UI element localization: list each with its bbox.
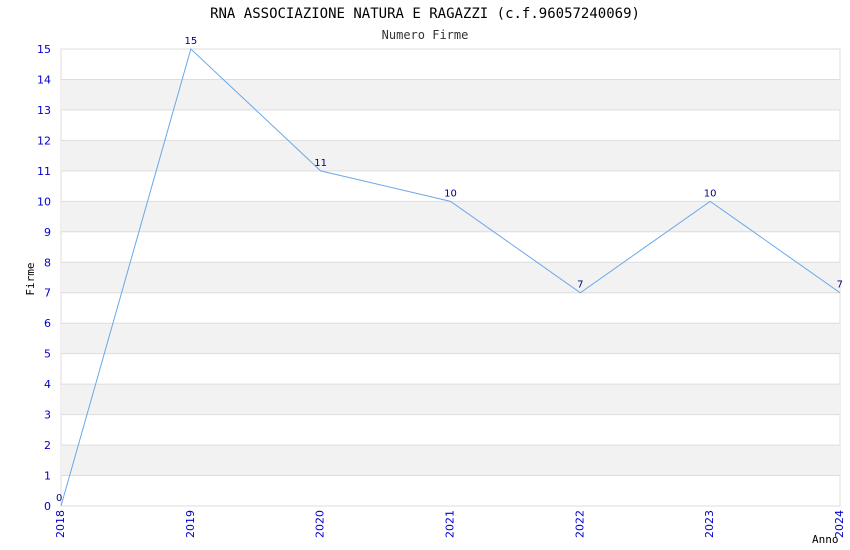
y-tick-label: 14 — [37, 73, 51, 86]
y-tick-label: 3 — [44, 409, 51, 422]
line-chart: RNA ASSOCIAZIONE NATURA E RAGAZZI (c.f.9… — [24, 6, 846, 546]
x-tick-label: 2020 — [314, 510, 327, 538]
x-tick-label: 2022 — [573, 510, 586, 538]
y-tick-label: 6 — [44, 317, 51, 330]
y-tick-label: 8 — [44, 256, 51, 269]
y-tick-label: 11 — [37, 165, 51, 178]
x-tick-label: 2021 — [444, 510, 457, 538]
grid-band — [61, 384, 840, 415]
data-label: 10 — [704, 188, 717, 199]
x-tick-label: 2023 — [703, 510, 716, 538]
y-tick-label: 15 — [37, 43, 51, 56]
y-tick-label: 2 — [44, 439, 51, 452]
grid-band — [61, 445, 840, 476]
x-axis-ticks: 2018 2019 2020 2021 2022 2023 2024 — [54, 510, 846, 538]
data-label: 11 — [314, 158, 327, 169]
grid-band — [61, 201, 840, 232]
y-tick-label: 0 — [44, 500, 51, 513]
data-label: 15 — [184, 36, 197, 47]
x-axis-label: Anno — [812, 533, 839, 546]
grid-band — [61, 140, 840, 171]
grid-band — [61, 323, 840, 354]
y-axis-ticks: 0123456789101112131415 — [37, 43, 51, 513]
x-tick-label: 2018 — [54, 510, 67, 538]
y-tick-label: 13 — [37, 104, 51, 117]
y-tick-label: 10 — [37, 195, 51, 208]
grid-band — [61, 262, 840, 293]
data-label: 0 — [56, 493, 62, 504]
y-tick-label: 9 — [44, 226, 51, 239]
plot-background — [60, 48, 841, 507]
y-tick-label: 1 — [44, 470, 51, 483]
y-tick-label: 12 — [37, 134, 51, 147]
y-tick-label: 4 — [44, 378, 51, 391]
chart-title: RNA ASSOCIAZIONE NATURA E RAGAZZI (c.f.9… — [210, 6, 640, 22]
y-tick-label: 5 — [44, 348, 51, 361]
data-label: 7 — [837, 280, 843, 291]
data-label: 10 — [444, 188, 457, 199]
data-label: 7 — [577, 280, 583, 291]
y-tick-label: 7 — [44, 287, 51, 300]
chart-subtitle: Numero Firme — [382, 28, 469, 42]
y-axis-label: Firme — [24, 262, 37, 295]
x-tick-label: 2019 — [184, 510, 197, 538]
